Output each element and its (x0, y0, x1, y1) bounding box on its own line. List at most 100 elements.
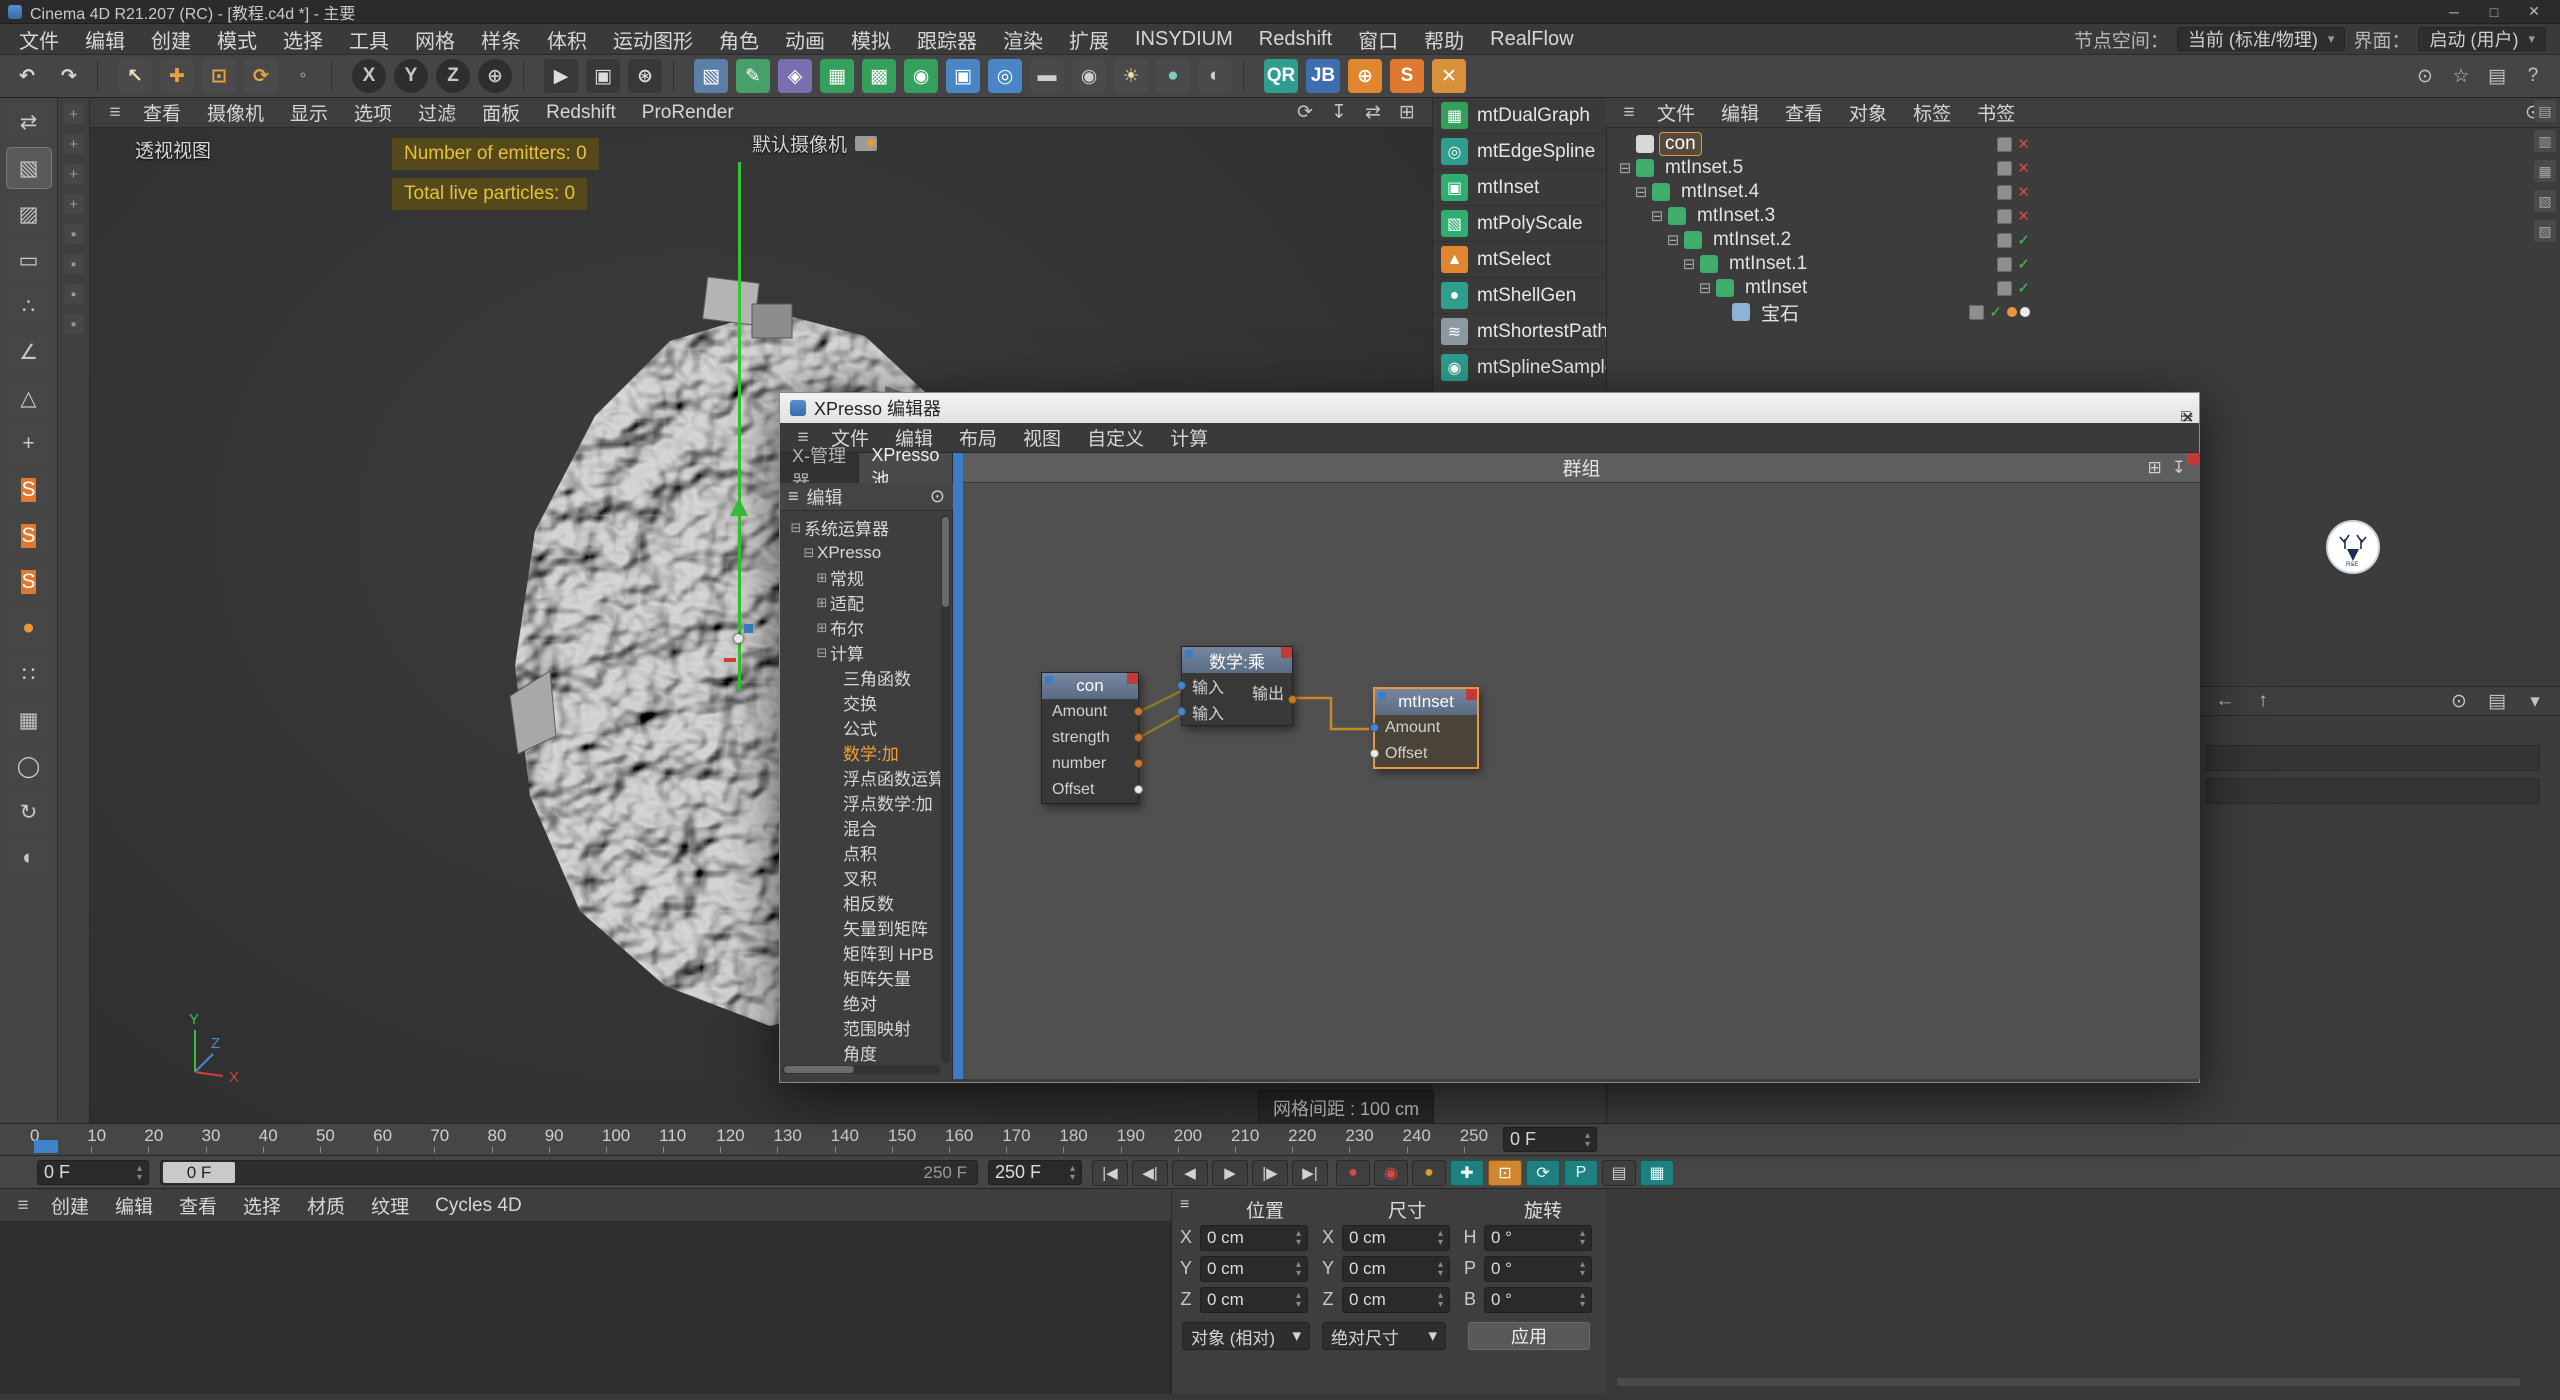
edges-mode-icon[interactable]: ∠ (7, 332, 51, 372)
help-icon[interactable]: ? (2518, 61, 2548, 91)
node-port[interactable]: 输入 (1182, 699, 1244, 725)
keyframe-selection-button[interactable]: ● (1412, 1160, 1446, 1186)
size-input[interactable]: 0 cm▴▾ (1342, 1287, 1450, 1313)
xpresso-tree-item[interactable]: 矩阵到 HPB (782, 940, 940, 965)
object-mtInset-1[interactable]: ⊟mtInset.1✓ (1610, 252, 2170, 276)
object-mtInset-4[interactable]: ⊟mtInset.4✕ (1610, 180, 2170, 204)
rotate-tool-icon[interactable]: ⟳ (242, 58, 280, 94)
enable-checkbox[interactable] (1997, 233, 2012, 248)
viewport-menu-item[interactable]: 显示 (277, 98, 341, 127)
model-mode-icon[interactable]: ▧ (7, 148, 51, 188)
record-parameter-toggle[interactable]: P (1564, 1160, 1598, 1186)
frame-end-field[interactable]: 250 F▴▾ (988, 1160, 1082, 1185)
position-input[interactable]: 0 cm▴▾ (1200, 1256, 1308, 1282)
menu-item[interactable]: 编辑 (72, 24, 138, 54)
xpresso-tree-item[interactable]: ⊞布尔 (782, 615, 940, 640)
node-port[interactable]: Offset (1375, 741, 1477, 767)
viewport-view-label[interactable]: 透视视图 (135, 136, 211, 163)
viewport-menu-item[interactable]: 过滤 (405, 98, 469, 127)
viewport-menu-item[interactable]: Redshift (533, 98, 629, 127)
enable-checkbox[interactable] (1997, 185, 2012, 200)
search-icon[interactable]: ⊙ (2410, 61, 2440, 91)
xpresso-tree-item[interactable]: ⊟计算 (782, 640, 940, 665)
menu-item[interactable]: 角色 (706, 24, 772, 54)
last-tool-icon[interactable]: ◦ (284, 58, 322, 94)
menu-item[interactable]: 帮助 (1411, 24, 1477, 54)
mini-dot-icon[interactable]: ▪ (64, 254, 84, 274)
size-mode-select[interactable]: 绝对尺寸▾ (1322, 1322, 1446, 1350)
texture-mode-icon[interactable]: ▨ (7, 194, 51, 234)
points-mode-icon[interactable]: ∴ (7, 286, 51, 326)
mini-add-icon[interactable]: + (64, 134, 84, 154)
om-menu-item[interactable]: 书签 (1964, 98, 2028, 127)
visibility-mark[interactable]: ✕ (2017, 135, 2030, 153)
xpresso-tree-item[interactable]: ⊞适配 (782, 590, 940, 615)
group-header[interactable]: 群组 ⊞↧ (963, 453, 2200, 483)
play-button[interactable]: ▶ (1212, 1160, 1248, 1186)
mini-dot-icon[interactable]: ▪ (64, 224, 84, 244)
visibility-mark[interactable]: ✕ (2017, 207, 2030, 225)
x-particles-icon[interactable]: ✕ (1430, 58, 1468, 94)
viewport-sync-icon[interactable]: ↧ (1324, 98, 1354, 128)
xpresso-node-con[interactable]: con AmountstrengthnumberOffset (1041, 672, 1139, 804)
minimize-button[interactable]: ─ (2436, 2, 2472, 22)
apply-button[interactable]: 应用 (1468, 1322, 1590, 1350)
node-port[interactable]: strength (1042, 725, 1138, 751)
record-position-toggle[interactable]: ✚ (1450, 1160, 1484, 1186)
qr-badge-icon[interactable]: QR (1262, 58, 1300, 94)
xpresso-tree-item[interactable]: 数学:加 (782, 740, 940, 765)
menu-item[interactable]: RealFlow (1477, 24, 1586, 54)
tag-dots[interactable] (2007, 307, 2030, 317)
menu-item[interactable]: Redshift (1246, 24, 1345, 54)
menu-item[interactable]: 体积 (534, 24, 600, 54)
playback-settings-button[interactable]: ▦ (1640, 1160, 1674, 1186)
menu-item[interactable]: 样条 (468, 24, 534, 54)
node-port[interactable]: Amount (1375, 715, 1477, 741)
node-out-corner[interactable] (1127, 673, 1138, 684)
grid-tool-icon[interactable]: ▦ (7, 700, 51, 740)
xpresso-tree-item[interactable]: 范围映射 (782, 1015, 940, 1040)
xpresso-tree-item[interactable]: 矢量到矩阵 (782, 915, 940, 940)
om-menu-item[interactable]: 文件 (1644, 98, 1708, 127)
viewport-swap-icon[interactable]: ⇄ (1358, 98, 1388, 128)
xpresso-tree-item[interactable]: 相反数 (782, 890, 940, 915)
camera-icon[interactable]: ◉ (1070, 58, 1108, 94)
port-dot[interactable] (1370, 749, 1379, 758)
port-dot[interactable] (1177, 707, 1186, 716)
xpresso-tree-item[interactable]: 三角函数 (782, 665, 940, 690)
attr-menu-icon[interactable]: ▾ (2520, 686, 2550, 716)
floor-icon[interactable]: ▬ (1028, 58, 1066, 94)
material-menu-item[interactable]: 查看 (166, 1190, 230, 1221)
viewport-menu-item[interactable]: ProRender (629, 98, 747, 127)
sky-icon[interactable]: ● (1154, 58, 1192, 94)
pen-spline-icon[interactable]: ✎ (734, 58, 772, 94)
port-dot[interactable] (1134, 785, 1143, 794)
material-mtEdgeSpline[interactable]: ◎mtEdgeSpline (1433, 134, 1606, 170)
axis-mode-icon[interactable]: + (7, 424, 51, 464)
node-out-corner[interactable] (1281, 647, 1292, 658)
port-dot[interactable] (1134, 707, 1143, 716)
node-header[interactable]: con (1042, 673, 1138, 699)
z-axis-lock-icon[interactable]: Z (434, 58, 472, 94)
goto-start-button[interactable]: |◀ (1092, 1160, 1128, 1186)
node-port[interactable]: number (1042, 751, 1138, 777)
mini-dot-icon[interactable]: ▪ (64, 314, 84, 334)
snap-badge-icon[interactable]: S (7, 516, 51, 556)
material-manager-area[interactable] (0, 1222, 1171, 1394)
visibility-mark[interactable]: ✓ (1989, 303, 2002, 321)
y-axis-arrow[interactable] (730, 498, 748, 516)
attr-lock-icon[interactable]: ▤ (2482, 686, 2512, 716)
visibility-mark[interactable]: ✓ (2017, 231, 2030, 249)
frame-start-field[interactable]: 0 F▴▾ (37, 1160, 149, 1185)
enable-checkbox[interactable] (1969, 305, 1984, 320)
side-tab-icon[interactable]: ▦ (2534, 160, 2556, 182)
node-space-select[interactable]: 当前 (标准/物理)▾ (2177, 27, 2346, 51)
enable-checkbox[interactable] (1997, 257, 2012, 272)
material-mtInset[interactable]: ▣mtInset (1433, 170, 1606, 206)
attr-up-icon[interactable]: ↑ (2248, 686, 2278, 716)
material-menu-item[interactable]: 选择 (230, 1190, 294, 1221)
pool-horizontal-scrollbar[interactable] (782, 1065, 940, 1074)
port-dot[interactable] (1370, 723, 1379, 732)
menu-item[interactable]: 窗口 (1345, 24, 1411, 54)
mograph-cloner-icon[interactable]: ▦ (818, 58, 856, 94)
